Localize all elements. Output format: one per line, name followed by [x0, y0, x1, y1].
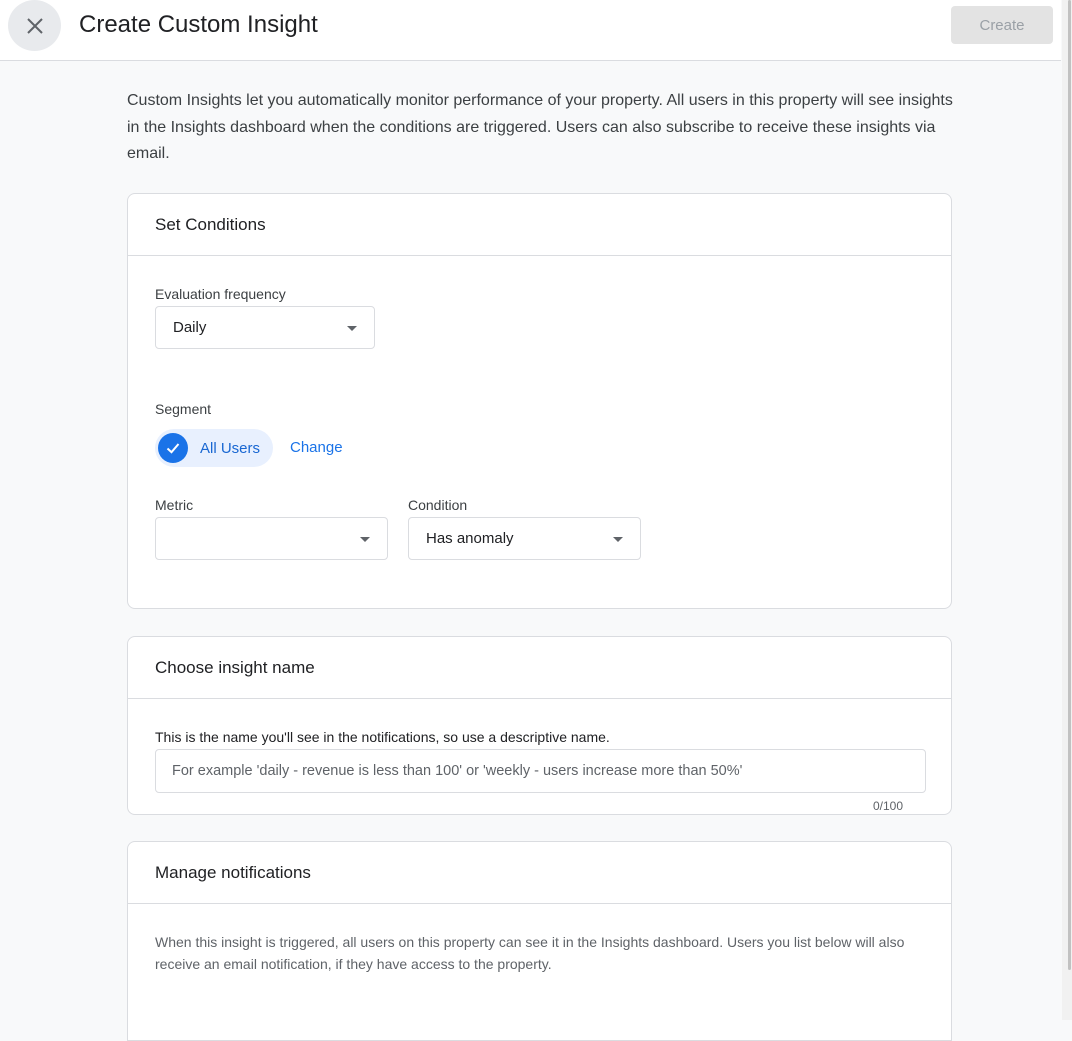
set-conditions-card: Set Conditions Evaluation frequency Dail…: [127, 193, 952, 609]
evaluation-frequency-select[interactable]: Daily: [155, 306, 375, 349]
condition-value: Has anomaly: [426, 530, 514, 547]
condition-select[interactable]: Has anomaly: [408, 517, 641, 560]
close-button[interactable]: [8, 0, 61, 51]
manage-notifications-card: Manage notifications When this insight i…: [127, 841, 952, 1041]
intro-text: Custom Insights let you automatically mo…: [127, 92, 953, 162]
check-icon: [158, 433, 188, 463]
create-button[interactable]: Create: [951, 6, 1053, 44]
manage-notifications-title: Manage notifications: [128, 842, 951, 904]
insight-name-card: Choose insight name This is the name you…: [127, 636, 952, 815]
page-title: Create Custom Insight: [79, 11, 318, 38]
scrollbar-thumb[interactable]: [1068, 0, 1071, 970]
segment-label: Segment: [155, 401, 212, 417]
dropdown-arrow-icon: [347, 326, 357, 331]
character-counter: 0/100: [873, 799, 904, 813]
segment-chip-label: All Users: [200, 439, 261, 457]
insight-name-title: Choose insight name: [128, 637, 951, 699]
metric-select[interactable]: [155, 517, 388, 560]
change-segment-link[interactable]: Change: [290, 439, 343, 456]
insight-name-input[interactable]: [155, 749, 926, 793]
metric-label: Metric: [155, 497, 194, 513]
notifications-description: When this insight is triggered, all user…: [155, 934, 905, 972]
set-conditions-title: Set Conditions: [128, 194, 951, 256]
dropdown-arrow-icon: [360, 537, 370, 542]
condition-label: Condition: [408, 497, 468, 513]
evaluation-frequency-label: Evaluation frequency: [155, 286, 286, 302]
insight-name-helper: This is the name you'll see in the notif…: [155, 729, 610, 745]
dropdown-arrow-icon: [613, 537, 623, 542]
close-icon: [26, 17, 43, 34]
top-bar: Create Custom Insight: [0, 0, 1061, 61]
evaluation-frequency-value: Daily: [173, 319, 207, 336]
segment-chip[interactable]: All Users: [155, 429, 274, 467]
